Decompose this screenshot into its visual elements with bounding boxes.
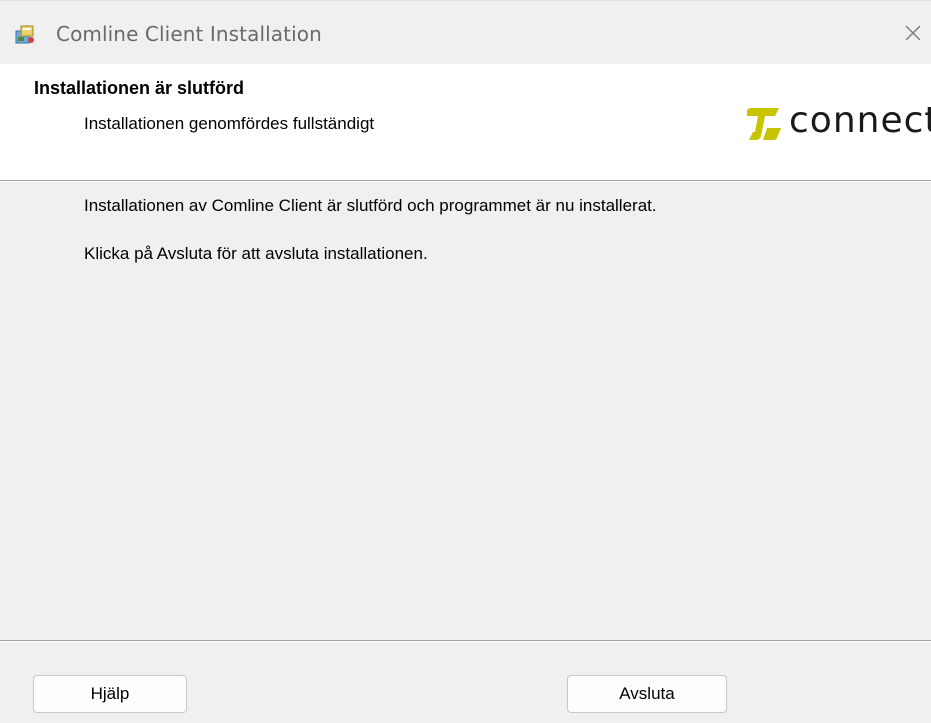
connect-logo: connect bbox=[745, 106, 931, 142]
close-icon bbox=[905, 25, 921, 41]
finish-instruction: Klicka på Avsluta för att avsluta instal… bbox=[84, 244, 428, 263]
window-title: Comline Client Installation bbox=[56, 22, 322, 46]
title-bar[interactable]: Comline Client Installation bbox=[0, 0, 931, 65]
completion-message: Installationen av Comline Client är slut… bbox=[84, 196, 657, 215]
help-button[interactable]: Hjälp bbox=[33, 675, 187, 713]
installer-package-icon bbox=[14, 23, 36, 45]
installer-window: Comline Client Installation Installation… bbox=[0, 0, 931, 723]
page-subheading: Installationen genomfördes fullständigt bbox=[84, 114, 375, 133]
finish-button[interactable]: Avsluta bbox=[567, 675, 727, 713]
connect-logo-text: connect bbox=[789, 106, 931, 141]
content-area: Installationen av Comline Client är slut… bbox=[0, 182, 931, 640]
page-heading: Installationen är slutförd bbox=[34, 78, 245, 98]
header-banner: Installationen är slutförd Installatione… bbox=[0, 64, 931, 180]
footer-divider bbox=[0, 640, 931, 642]
close-button[interactable] bbox=[885, 1, 931, 65]
connect-logo-mark-icon bbox=[747, 108, 781, 140]
